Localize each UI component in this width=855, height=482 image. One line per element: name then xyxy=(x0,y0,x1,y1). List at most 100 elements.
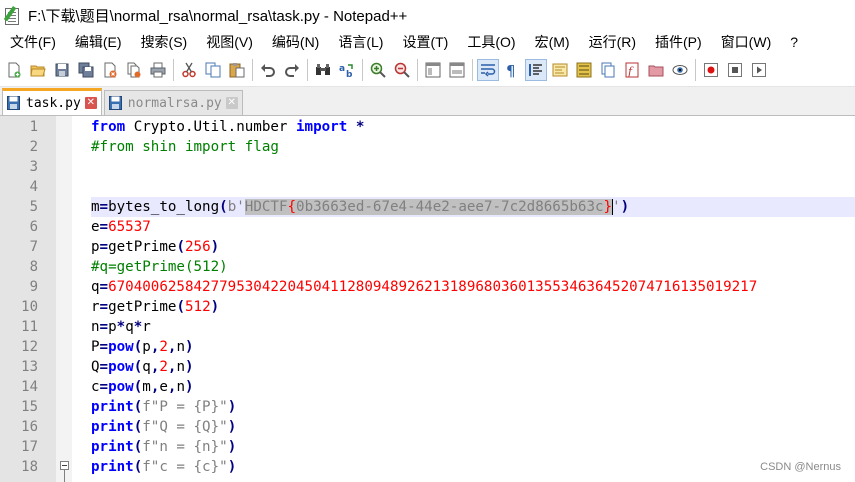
code-line[interactable]: print(f"n = {n}") xyxy=(91,437,855,457)
print-button[interactable] xyxy=(147,59,169,81)
copy-icon xyxy=(205,62,221,78)
copy-button[interactable] xyxy=(202,59,224,81)
code-token: 256 xyxy=(184,239,211,255)
close-button[interactable] xyxy=(99,59,121,81)
tab-close-icon[interactable]: ✕ xyxy=(84,97,97,109)
sync-horizontal-button[interactable] xyxy=(446,59,468,81)
menu-tools[interactable]: 工具(O) xyxy=(461,31,521,53)
code-token: m xyxy=(142,379,151,395)
code-line[interactable]: m=bytes_to_long(b'HDCTF{0b3663ed-67e4-44… xyxy=(91,197,855,217)
menu-plugins[interactable]: 插件(P) xyxy=(649,31,708,53)
new-file-icon xyxy=(8,62,21,78)
toolbar-separator xyxy=(307,59,308,81)
code-line[interactable] xyxy=(91,177,855,197)
menu-settings[interactable]: 设置(T) xyxy=(396,31,454,53)
menu-search[interactable]: 搜索(S) xyxy=(135,31,194,53)
function-button[interactable]: f xyxy=(621,59,643,81)
line-number: 7 xyxy=(29,239,38,255)
zoom-in-button[interactable] xyxy=(367,59,389,81)
code-token: ( xyxy=(133,459,143,475)
code-line[interactable] xyxy=(91,157,855,177)
line-number: 9 xyxy=(29,279,38,295)
code-line[interactable]: from Crypto.Util.number import * xyxy=(91,117,855,137)
sync-vertical-button[interactable] xyxy=(422,59,444,81)
menu-macro[interactable]: 宏(M) xyxy=(529,31,576,53)
stop-macro-button[interactable] xyxy=(724,59,746,81)
watermark: CSDN @Nernus xyxy=(760,461,841,473)
close-all-button[interactable] xyxy=(123,59,145,81)
line-number: 11 xyxy=(21,319,38,335)
new-file-button[interactable] xyxy=(3,59,25,81)
cut-icon xyxy=(182,62,196,78)
find-icon xyxy=(316,64,330,75)
play-macro-button[interactable] xyxy=(748,59,770,81)
undo-button[interactable] xyxy=(257,59,279,81)
code-line[interactable]: r=getPrime(512) xyxy=(91,297,855,317)
code-text[interactable]: from Crypto.Util.number import * #from sh… xyxy=(72,116,855,482)
line-number: 6 xyxy=(29,219,38,235)
save-button[interactable] xyxy=(51,59,73,81)
code-token: n xyxy=(176,339,185,355)
folder-workspace-button[interactable] xyxy=(645,59,667,81)
menu-file[interactable]: 文件(F) xyxy=(4,31,62,53)
menu-view[interactable]: 视图(V) xyxy=(200,31,259,53)
fold-toggle-icon[interactable] xyxy=(60,461,69,470)
code-token: = xyxy=(99,319,109,335)
tab-task-py[interactable]: task.py ✕ xyxy=(2,88,102,115)
zoom-out-button[interactable] xyxy=(391,59,413,81)
code-line[interactable]: p=getPrime(256) xyxy=(91,237,855,257)
code-token: ( xyxy=(133,419,143,435)
menu-window[interactable]: 窗口(W) xyxy=(715,31,778,53)
code-line[interactable]: c=pow(m,e,n) xyxy=(91,377,855,397)
fold-margin[interactable] xyxy=(56,116,72,482)
line-number: 12 xyxy=(21,339,38,355)
code-line[interactable]: Q=pow(q,2,n) xyxy=(91,357,855,377)
code-token: #q=getPrime(512) xyxy=(91,259,228,275)
menu-help[interactable]: ? xyxy=(784,31,804,53)
code-token: f"Q = {Q}" xyxy=(142,419,228,435)
menu-run[interactable]: 运行(R) xyxy=(583,31,642,53)
code-token: f"P = {P}" xyxy=(142,399,228,415)
code-line[interactable]: print(f"P = {P}") xyxy=(91,397,855,417)
code-line[interactable]: q=67040062584277953042204504112809489262… xyxy=(91,277,855,297)
redo-button[interactable] xyxy=(281,59,303,81)
indent-guide-button[interactable] xyxy=(525,59,547,81)
document-list-button[interactable] xyxy=(597,59,619,81)
find-button[interactable] xyxy=(312,59,334,81)
code-token: p xyxy=(142,339,151,355)
code-line[interactable]: #from shin import flag xyxy=(91,137,855,157)
paste-button[interactable] xyxy=(226,59,248,81)
line-number: 1 xyxy=(29,119,38,135)
doc-map-button[interactable] xyxy=(549,59,571,81)
line-number: 18 xyxy=(21,459,38,475)
code-token: f"c = {c}" xyxy=(142,459,228,475)
record-macro-button[interactable] xyxy=(700,59,722,81)
code-token: ( xyxy=(176,239,185,255)
tab-normalrsa-py[interactable]: normalrsa.py ✕ xyxy=(103,90,243,115)
code-token: Crypto.Util.number xyxy=(125,119,297,135)
monitoring-icon xyxy=(672,65,688,75)
code-line[interactable]: #q=getPrime(512) xyxy=(91,257,855,277)
save-all-button[interactable] xyxy=(75,59,97,81)
code-token: = xyxy=(99,379,109,395)
menu-encoding[interactable]: 编码(N) xyxy=(266,31,325,53)
line-number: 2 xyxy=(29,139,38,155)
show-all-chars-button[interactable]: ¶ xyxy=(501,59,523,81)
menu-language[interactable]: 语言(L) xyxy=(332,31,389,53)
monitoring-button[interactable] xyxy=(669,59,691,81)
line-number: 14 xyxy=(21,379,38,395)
tab-close-icon[interactable]: ✕ xyxy=(225,97,238,109)
editor-area[interactable]: 1 2 3 4 5 6 7 8 9 10 11 12 13 14 15 16 17 18 from Crypto.… xyxy=(0,116,855,482)
cut-button[interactable] xyxy=(178,59,200,81)
open-file-button[interactable] xyxy=(27,59,49,81)
code-line[interactable]: P=pow(p,2,n) xyxy=(91,337,855,357)
code-token: print xyxy=(91,459,134,475)
code-line[interactable]: e=65537 xyxy=(91,217,855,237)
code-line[interactable]: print(f"c = {c}") xyxy=(91,457,855,477)
code-line[interactable]: print(f"Q = {Q}") xyxy=(91,417,855,437)
menu-edit[interactable]: 编辑(E) xyxy=(69,31,128,53)
code-line[interactable]: n=p*q*r xyxy=(91,317,855,337)
word-wrap-button[interactable] xyxy=(477,59,499,81)
function-list-button[interactable] xyxy=(573,59,595,81)
replace-button[interactable]: ab xyxy=(336,59,358,81)
